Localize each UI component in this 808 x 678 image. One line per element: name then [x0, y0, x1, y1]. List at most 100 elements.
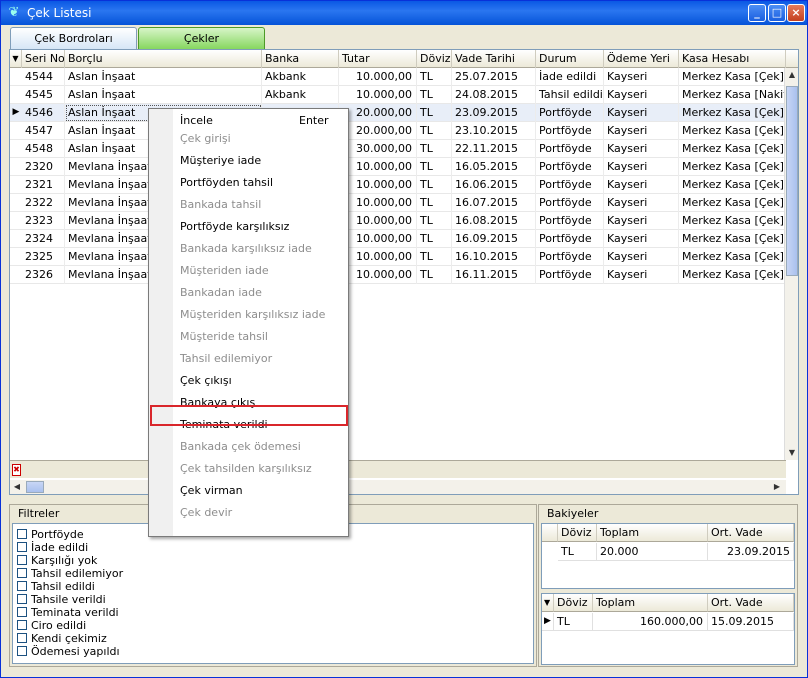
scroll-left-icon[interactable]: ◀: [10, 480, 24, 494]
filter-checkbox[interactable]: [17, 607, 27, 617]
row-pointer-icon: ▶: [542, 613, 554, 631]
table-cell: 20.000,00: [339, 122, 417, 140]
row-indicator[interactable]: [10, 212, 22, 230]
scroll-right-icon[interactable]: ▶: [770, 480, 784, 494]
table-row[interactable]: 2322 Mevlana İnşaat 10.000,00 TL 16.07.2015 P…: [10, 194, 786, 212]
menu-item[interactable]: Müşteriden iade: [180, 260, 269, 282]
table-row[interactable]: 4545 Aslan İnşaat Akbank 10.000,00 TL 24.08.2…: [10, 86, 786, 104]
row-indicator[interactable]: [10, 122, 22, 140]
row-indicator[interactable]: [10, 68, 22, 86]
filter-item[interactable]: Ödemesi yapıldı: [17, 645, 120, 658]
scroll-up-icon[interactable]: ▲: [785, 68, 799, 82]
filter-item[interactable]: Teminata verildi: [17, 606, 119, 619]
top-col-doviz[interactable]: Döviz: [558, 524, 597, 542]
filter-item[interactable]: Tahsil edilemiyor: [17, 567, 123, 580]
menu-item[interactable]: Çek devir: [180, 502, 232, 524]
row-indicator[interactable]: [10, 266, 22, 284]
filter-checkbox[interactable]: [17, 555, 27, 565]
menu-item[interactable]: Çek virman: [180, 480, 243, 502]
menu-item[interactable]: Müşteriden karşılıksız iade: [180, 304, 325, 326]
minimize-button[interactable]: _: [748, 4, 766, 22]
filter-checkbox[interactable]: [17, 529, 27, 539]
menu-item[interactable]: Müşteriye iade: [180, 150, 261, 172]
menu-item[interactable]: Bankada tahsil: [180, 194, 261, 216]
bottom-chooser-icon[interactable]: ▼: [542, 594, 554, 612]
table-row[interactable]: 2326 Mevlana İnşaat 10.000,00 TL 16.11.2015 P…: [10, 266, 786, 284]
cek-listesi-window: ❦ Çek Listesi _ □ × Çek Bordroları Çekle…: [0, 0, 808, 678]
row-indicator[interactable]: [10, 176, 22, 194]
col-seri-no[interactable]: Seri No: [22, 50, 65, 68]
filter-item[interactable]: Ciro edildi: [17, 619, 86, 632]
tab-cek-bordrolari[interactable]: Çek Bordroları: [10, 27, 137, 49]
column-chooser-icon[interactable]: ▼: [10, 50, 22, 68]
menu-item[interactable]: Müşteride tahsil: [180, 326, 268, 348]
filter-item[interactable]: Kendi çekimiz: [17, 632, 107, 645]
maximize-button[interactable]: □: [768, 4, 786, 22]
table-row[interactable]: 2321 Mevlana İnşaat 10.000,00 TL 16.06.2015 P…: [10, 176, 786, 194]
menu-icon-strip: [149, 109, 173, 536]
table-row[interactable]: 4547 Aslan İnşaat 20.000,00 TL 23.10.2015 Por…: [10, 122, 786, 140]
bottom-col-ort-vade[interactable]: Ort. Vade: [708, 594, 794, 612]
horizontal-scrollbar[interactable]: ◀ ▶: [10, 480, 786, 494]
menu-item[interactable]: Çek çıkışı: [180, 370, 232, 392]
table-row[interactable]: 2325 Mevlana İnşaat 10.000,00 TL 16.10.2015 P…: [10, 248, 786, 266]
filter-item[interactable]: Tahsile verildi: [17, 593, 106, 606]
scroll-down-icon[interactable]: ▼: [785, 446, 799, 460]
col-borclu[interactable]: Borçlu: [65, 50, 262, 68]
filter-item[interactable]: Tahsil edildi: [17, 580, 95, 593]
table-cell: Kayseri: [604, 68, 679, 86]
filter-item[interactable]: Portföyde: [17, 528, 84, 541]
row-indicator[interactable]: [10, 86, 22, 104]
col-odeme-yeri[interactable]: Ödeme Yeri: [604, 50, 679, 68]
row-indicator[interactable]: [10, 140, 22, 158]
title-bar[interactable]: ❦ Çek Listesi _ □ ×: [1, 1, 807, 25]
table-cell: 2324: [22, 230, 65, 248]
filter-checkbox[interactable]: [17, 620, 27, 630]
bottom-col-toplam[interactable]: Toplam: [593, 594, 708, 612]
filter-checkbox[interactable]: [17, 568, 27, 578]
table-row[interactable]: 2320 Mevlana İnşaat 10.000,00 TL 16.05.2015 P…: [10, 158, 786, 176]
filter-clear-icon[interactable]: ✖: [12, 464, 21, 476]
tab-cekler[interactable]: Çekler: [138, 27, 265, 49]
hscroll-thumb[interactable]: [26, 481, 44, 493]
close-button[interactable]: ×: [787, 4, 805, 22]
menu-item[interactable]: Tahsil edilemiyor: [180, 348, 272, 370]
menu-item[interactable]: Portföyden tahsil: [180, 172, 273, 194]
filter-checkbox[interactable]: [17, 581, 27, 591]
filter-checkbox[interactable]: [17, 646, 27, 656]
current-row-icon[interactable]: ▶: [10, 104, 22, 122]
filter-checkbox[interactable]: [17, 594, 27, 604]
menu-item[interactable]: Bankadan iade: [180, 282, 262, 304]
col-kasa-hesabi[interactable]: Kasa Hesabı: [679, 50, 786, 68]
menu-item[interactable]: Çek girişi: [180, 128, 231, 150]
col-doviz[interactable]: Döviz: [417, 50, 452, 68]
vertical-scrollbar[interactable]: ▲ ▼: [784, 68, 798, 460]
row-indicator[interactable]: [10, 230, 22, 248]
filter-checkbox[interactable]: [17, 542, 27, 552]
context-menu: İncele Enter Çek girişi Müşteriye iade Portf…: [148, 108, 349, 537]
col-tutar[interactable]: Tutar: [339, 50, 417, 68]
table-cell: Portföyde: [536, 194, 604, 212]
table-row[interactable]: 4548 Aslan İnşaat 30.000,00 TL 22.11.2015 Por…: [10, 140, 786, 158]
row-indicator[interactable]: [10, 158, 22, 176]
table-row[interactable]: 2323 Mevlana İnşaat 10.000,00 TL 16.08.2015 P…: [10, 212, 786, 230]
filter-item[interactable]: Karşılığı yok: [17, 554, 97, 567]
col-banka[interactable]: Banka: [262, 50, 339, 68]
col-vade-tarihi[interactable]: Vade Tarihi: [452, 50, 536, 68]
menu-item[interactable]: Bankada karşılıksız iade: [180, 238, 312, 260]
bottom-col-doviz[interactable]: Döviz: [554, 594, 593, 612]
col-durum[interactable]: Durum: [536, 50, 604, 68]
menu-item[interactable]: Portföyde karşılıksız: [180, 216, 289, 238]
top-col-toplam[interactable]: Toplam: [597, 524, 708, 542]
table-row[interactable]: 4544 Aslan İnşaat Akbank 10.000,00 TL 25.07.2…: [10, 68, 786, 86]
row-indicator[interactable]: [10, 248, 22, 266]
row-indicator[interactable]: [10, 194, 22, 212]
filter-item[interactable]: İade edildi: [17, 541, 88, 554]
table-row[interactable]: 2324 Mevlana İnşaat 10.000,00 TL 16.09.2015 P…: [10, 230, 786, 248]
table-row[interactable]: ▶ 4546 Aslan İnşaat 20.000,00 TL 23.09.2015 Po…: [10, 104, 786, 122]
filter-checkbox[interactable]: [17, 633, 27, 643]
menu-item[interactable]: Çek tahsilden karşılıksız: [180, 458, 312, 480]
menu-item[interactable]: Bankada çek ödemesi: [180, 436, 301, 458]
scroll-thumb[interactable]: [786, 86, 798, 276]
top-col-ort-vade[interactable]: Ort. Vade: [708, 524, 794, 542]
